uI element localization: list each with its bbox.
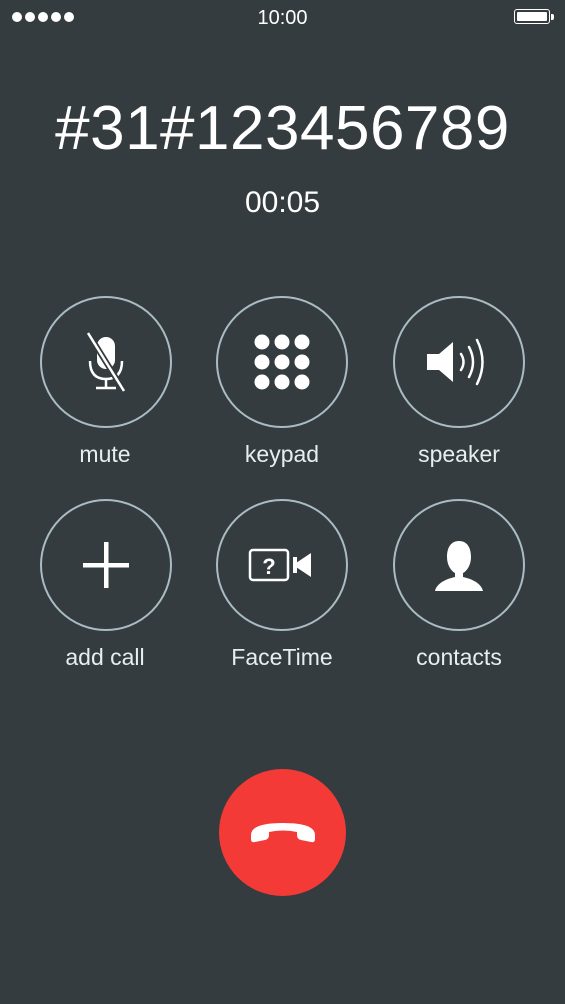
facetime-button[interactable]: ? <box>216 499 348 631</box>
speaker-label: speaker <box>418 441 500 467</box>
add-call-label: add call <box>65 644 145 670</box>
facetime-unknown-icon: ? <box>248 548 311 582</box>
add-call-button[interactable] <box>40 499 172 631</box>
mute-label: mute <box>79 441 131 467</box>
plus-icon <box>83 542 129 588</box>
facetime-label: FaceTime <box>231 644 333 670</box>
keypad-grid-icon <box>254 334 310 390</box>
svg-text:?: ? <box>262 554 275 579</box>
keypad-button[interactable] <box>216 296 348 428</box>
status-time: 10:00 <box>257 7 308 29</box>
contacts-label: contacts <box>416 644 502 670</box>
call-duration: 00:05 <box>244 186 321 219</box>
mute-button[interactable] <box>40 296 172 428</box>
battery-full-icon <box>514 9 554 26</box>
speaker-icon <box>427 338 484 386</box>
keypad-label: keypad <box>244 441 320 467</box>
person-icon <box>435 541 483 591</box>
contacts-button[interactable] <box>393 499 525 631</box>
hang-up-icon <box>250 822 315 842</box>
dialed-number: #31#123456789 <box>55 94 510 163</box>
end-call-button[interactable] <box>219 769 346 896</box>
status-bar: 10:00 <box>0 0 565 36</box>
mic-muted-icon <box>85 331 127 393</box>
speaker-button[interactable] <box>393 296 525 428</box>
